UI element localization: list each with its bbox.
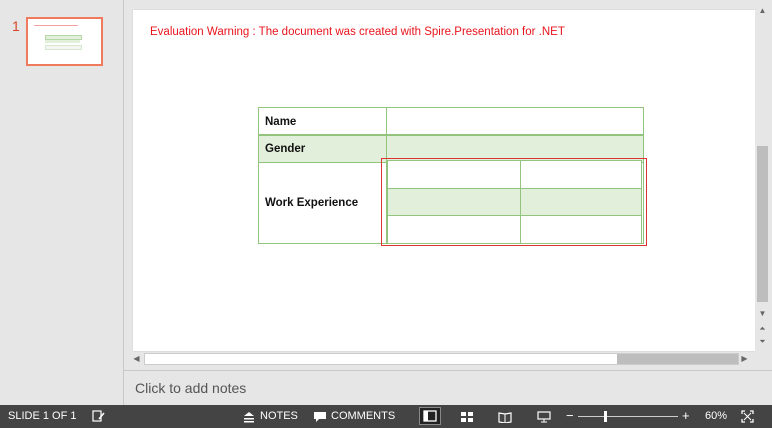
scroll-down-icon[interactable]: ▼ — [755, 309, 770, 319]
slide-thumbnail-preview — [31, 22, 98, 61]
selection-outline[interactable] — [381, 158, 647, 246]
table-row-name[interactable]: Name — [259, 108, 643, 135]
horizontal-scroll-track[interactable] — [144, 353, 739, 365]
vertical-scroll-thumb[interactable] — [757, 146, 768, 302]
row-label-name: Name — [265, 115, 297, 128]
slide-number: 1 — [12, 18, 20, 34]
reading-view-icon[interactable] — [496, 408, 514, 425]
notes-button[interactable]: NOTES — [260, 410, 298, 422]
zoom-percent[interactable]: 60% — [705, 410, 727, 422]
notes-icon[interactable] — [240, 408, 258, 425]
fit-slide-icon[interactable] — [738, 408, 756, 425]
evaluation-warning-text: Evaluation Warning : The document was cr… — [150, 26, 565, 38]
scroll-right-icon[interactable]: ▶ — [737, 354, 752, 364]
table-divider — [259, 134, 643, 136]
horizontal-scroll-thumb[interactable] — [617, 354, 738, 364]
comments-button[interactable]: COMMENTS — [331, 410, 395, 422]
scroll-left-icon[interactable]: ◀ — [129, 354, 144, 364]
row-label-work-experience: Work Experience — [265, 196, 359, 209]
normal-view-icon[interactable] — [419, 407, 441, 425]
next-slide-icon[interactable]: ⏷ — [755, 337, 770, 347]
slideshow-icon[interactable] — [535, 408, 553, 425]
status-bar: SLIDE 1 OF 1 NOTES COMMENTS − + 60% — [0, 405, 772, 428]
slide-canvas[interactable]: Evaluation Warning : The document was cr… — [133, 10, 755, 351]
zoom-out-button[interactable]: − — [566, 408, 574, 423]
spellcheck-icon[interactable] — [90, 408, 108, 425]
slide-thumbnail-pane: 1 — [0, 0, 124, 405]
previous-slide-icon[interactable]: ⏶ — [755, 324, 770, 334]
row-label-gender: Gender — [265, 143, 306, 155]
slide-editor-area: Evaluation Warning : The document was cr… — [124, 0, 772, 370]
notes-pane[interactable]: Click to add notes — [124, 370, 772, 406]
powerpoint-window: 1 Evaluation Warning : The document was … — [0, 0, 772, 428]
notes-placeholder: Click to add notes — [135, 380, 247, 396]
horizontal-scrollbar[interactable]: ◀ ▶ — [127, 352, 752, 366]
comments-icon[interactable] — [311, 408, 329, 425]
slide-thumbnail[interactable] — [26, 17, 103, 66]
zoom-slider-knob[interactable] — [604, 411, 607, 422]
slide-sorter-icon[interactable] — [458, 408, 476, 425]
zoom-in-button[interactable]: + — [682, 408, 690, 423]
scroll-up-icon[interactable]: ▲ — [755, 6, 770, 16]
zoom-slider-track[interactable] — [578, 416, 678, 417]
vertical-scrollbar[interactable]: ▲ ▼ ⏶ ⏷ — [755, 6, 770, 351]
slide-indicator: SLIDE 1 OF 1 — [8, 410, 77, 422]
table-row-work-experience[interactable]: Work Experience — [259, 162, 386, 243]
